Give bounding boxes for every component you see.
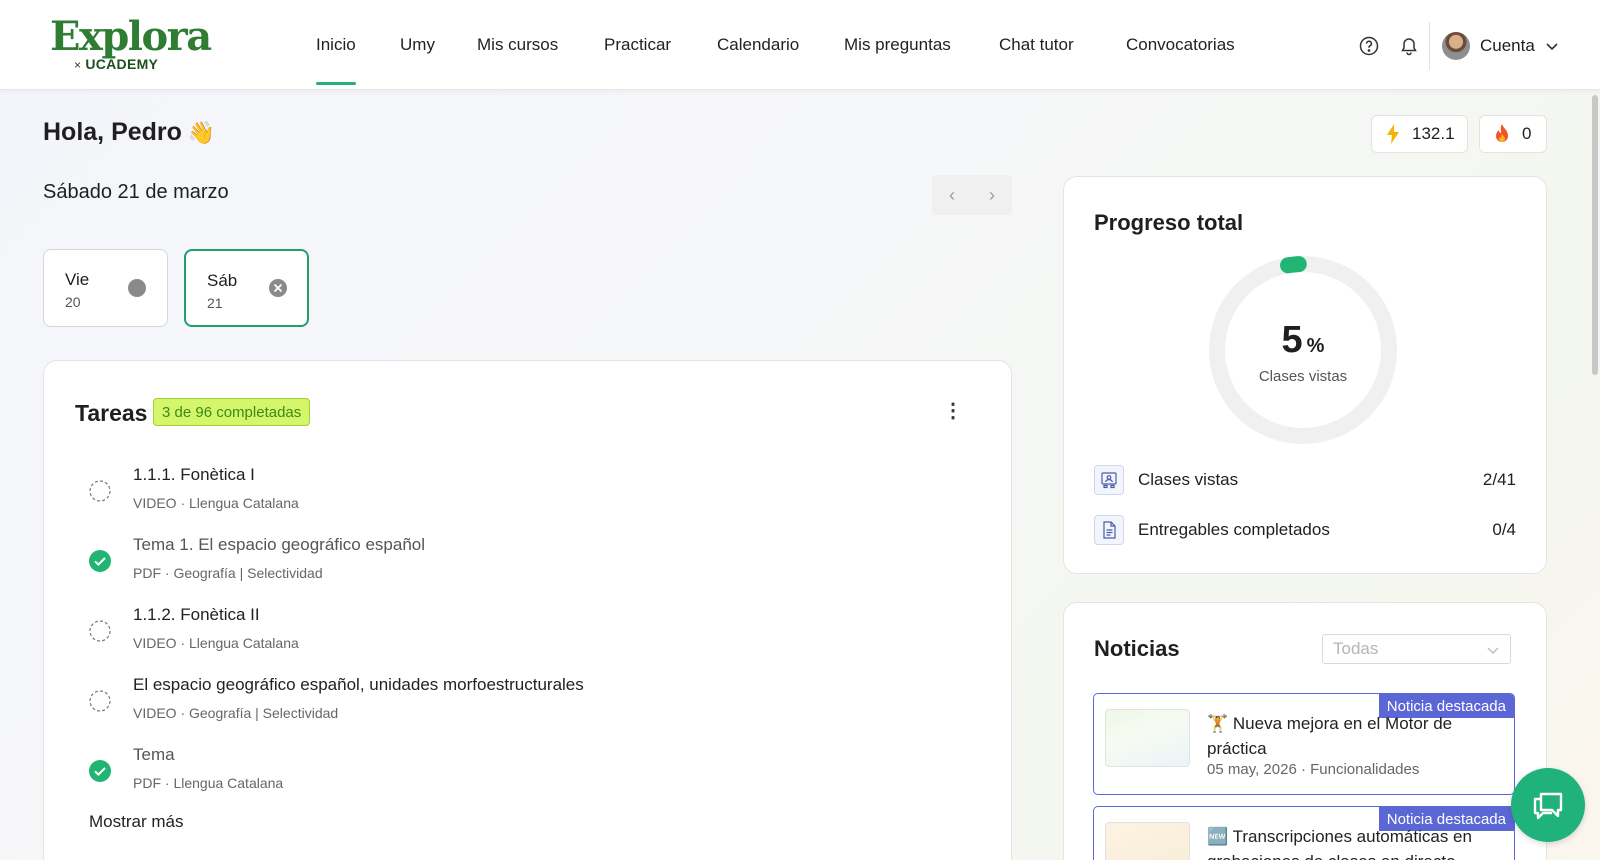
completion-badge: 3 de 96 completadas: [153, 398, 311, 426]
streak-stat[interactable]: 0: [1479, 115, 1547, 153]
news-filter-value: Todas: [1333, 639, 1379, 658]
chevron-left-icon[interactable]: ‹: [932, 175, 972, 215]
page-scrollbar[interactable]: [1592, 95, 1598, 375]
chevron-down-icon: [1487, 647, 1499, 655]
news-title: Noticias: [1094, 636, 1180, 661]
explora-ucademy-logo[interactable]: Explora × UCADEMY: [50, 14, 212, 76]
task-title: 1.1.1. Fonètica I: [133, 465, 255, 484]
logo-subtitle: × UCADEMY: [74, 56, 159, 72]
task-item[interactable]: 1.1.2. Fonètica II VIDEO · Llengua Catal…: [89, 605, 969, 665]
energy-value: 132.1: [1412, 124, 1455, 143]
status-dot-icon: [127, 278, 147, 303]
nav-inicio[interactable]: Inicio: [316, 0, 356, 90]
logo-text: Explora: [50, 13, 212, 60]
day-name: Vie: [65, 270, 90, 289]
progress-row-entregables: Entregables completados 0/4: [1094, 515, 1516, 547]
pending-circle-icon[interactable]: [89, 690, 111, 712]
news-item-title: 🏋️ Nueva mejora en el Motor de práctica: [1207, 714, 1453, 758]
bell-icon[interactable]: [1397, 34, 1421, 58]
chat-bubbles-icon: [1533, 792, 1563, 820]
show-more-link[interactable]: Mostrar más: [89, 812, 183, 832]
current-date: Sábado 21 de marzo: [43, 181, 229, 203]
news-thumbnail: [1105, 822, 1190, 860]
task-subtitle: VIDEO · Llengua Catalana: [133, 495, 299, 511]
video-lesson-icon: [1094, 465, 1124, 495]
greeting-heading: Hola, Pedro 👋: [43, 118, 216, 146]
task-title: El espacio geográfico español, unidades …: [133, 675, 584, 694]
news-item-title: 🆕 Transcripciones automáticas en grabaci…: [1207, 827, 1472, 860]
nav-umy[interactable]: Umy: [400, 0, 435, 90]
day-number: 21: [207, 295, 223, 311]
task-item[interactable]: El espacio geográfico español, unidades …: [89, 675, 969, 735]
nav-mis-preguntas[interactable]: Mis preguntas: [844, 0, 951, 90]
day-card-sab[interactable]: Sáb 21: [184, 249, 309, 327]
task-subtitle: PDF · Llengua Catalana: [133, 775, 284, 791]
header-divider: [1429, 22, 1430, 70]
chevron-down-icon: [1546, 43, 1558, 51]
day-number: 20: [65, 294, 81, 310]
task-subtitle: VIDEO · Geografía | Selectividad: [133, 705, 339, 721]
progress-row-label: Entregables completados: [1138, 520, 1330, 539]
chevron-right-icon[interactable]: ›: [972, 175, 1012, 215]
task-title: Tema: [133, 745, 175, 764]
task-subtitle: VIDEO · Llengua Catalana: [133, 635, 299, 651]
news-card: Noticias Todas Noticia destacada 🏋️ Nuev…: [1063, 602, 1547, 860]
tasks-card: Tareas 3 de 96 completadas ⋮ 1.1.1. Fonè…: [43, 360, 1012, 860]
day-card-vie[interactable]: Vie 20: [43, 249, 168, 327]
progress-row-label: Clases vistas: [1138, 470, 1239, 489]
close-circle-icon: [268, 278, 288, 303]
document-icon: [1094, 515, 1124, 545]
streak-value: 0: [1522, 124, 1532, 143]
avatar: [1442, 32, 1470, 60]
task-item[interactable]: Tema PDF · Llengua Catalana: [89, 745, 969, 805]
progress-row-value: 2/41: [1482, 470, 1516, 489]
pending-circle-icon[interactable]: [89, 480, 111, 502]
progress-row-clases: Clases vistas 2/41: [1094, 465, 1516, 497]
nav-chat-tutor[interactable]: Chat tutor: [999, 0, 1074, 90]
task-subtitle: PDF · Geografía | Selectividad: [133, 565, 323, 581]
day-name: Sáb: [207, 271, 238, 290]
energy-stat[interactable]: 132.1: [1371, 115, 1468, 153]
progress-row-value: 0/4: [1492, 520, 1516, 539]
task-title: 1.1.2. Fonètica II: [133, 605, 260, 624]
more-options-icon[interactable]: ⋮: [943, 401, 963, 421]
account-label: Cuenta: [1480, 36, 1535, 55]
check-circle-icon[interactable]: [89, 550, 111, 572]
top-navigation-bar: Explora × UCADEMY Inicio Umy Mis cursos P…: [0, 0, 1600, 90]
pending-circle-icon[interactable]: [89, 620, 111, 642]
news-item[interactable]: Noticia destacada 🏋️ Nueva mejora en el …: [1093, 693, 1515, 795]
nav-practicar[interactable]: Practicar: [604, 0, 671, 90]
account-menu[interactable]: Cuenta: [1442, 30, 1559, 62]
progress-percent: 5%: [1281, 319, 1325, 361]
lightning-icon: [1386, 124, 1400, 144]
progress-title: Progreso total: [1094, 210, 1244, 235]
news-item[interactable]: Noticia destacada 🆕 Transcripciones auto…: [1093, 806, 1515, 860]
task-item[interactable]: 1.1.1. Fonètica I VIDEO · Llengua Catala…: [89, 465, 969, 525]
news-filter-select[interactable]: Todas: [1322, 634, 1511, 664]
chat-support-button[interactable]: [1511, 768, 1585, 842]
fire-icon: [1494, 124, 1510, 144]
nav-calendario[interactable]: Calendario: [717, 0, 799, 90]
news-item-meta: 05 may, 2026 · Funcionalidades: [1207, 761, 1420, 778]
task-item[interactable]: Tema 1. El espacio geográfico español PD…: [89, 535, 969, 595]
day-navigation: ‹ ›: [932, 175, 1012, 215]
news-thumbnail: [1105, 709, 1190, 767]
tasks-title: Tareas: [75, 400, 148, 426]
check-circle-icon[interactable]: [89, 760, 111, 782]
nav-convocatorias[interactable]: Convocatorias: [1126, 0, 1235, 90]
nav-mis-cursos[interactable]: Mis cursos: [477, 0, 558, 90]
progress-card: Progreso total 5% Clases vistas Clases v…: [1063, 176, 1547, 574]
progress-percent-label: Clases vistas: [1258, 368, 1348, 385]
help-circle-icon[interactable]: [1357, 34, 1381, 58]
task-title: Tema 1. El espacio geográfico español: [133, 535, 426, 554]
waving-hand-icon: 👋: [187, 119, 216, 145]
